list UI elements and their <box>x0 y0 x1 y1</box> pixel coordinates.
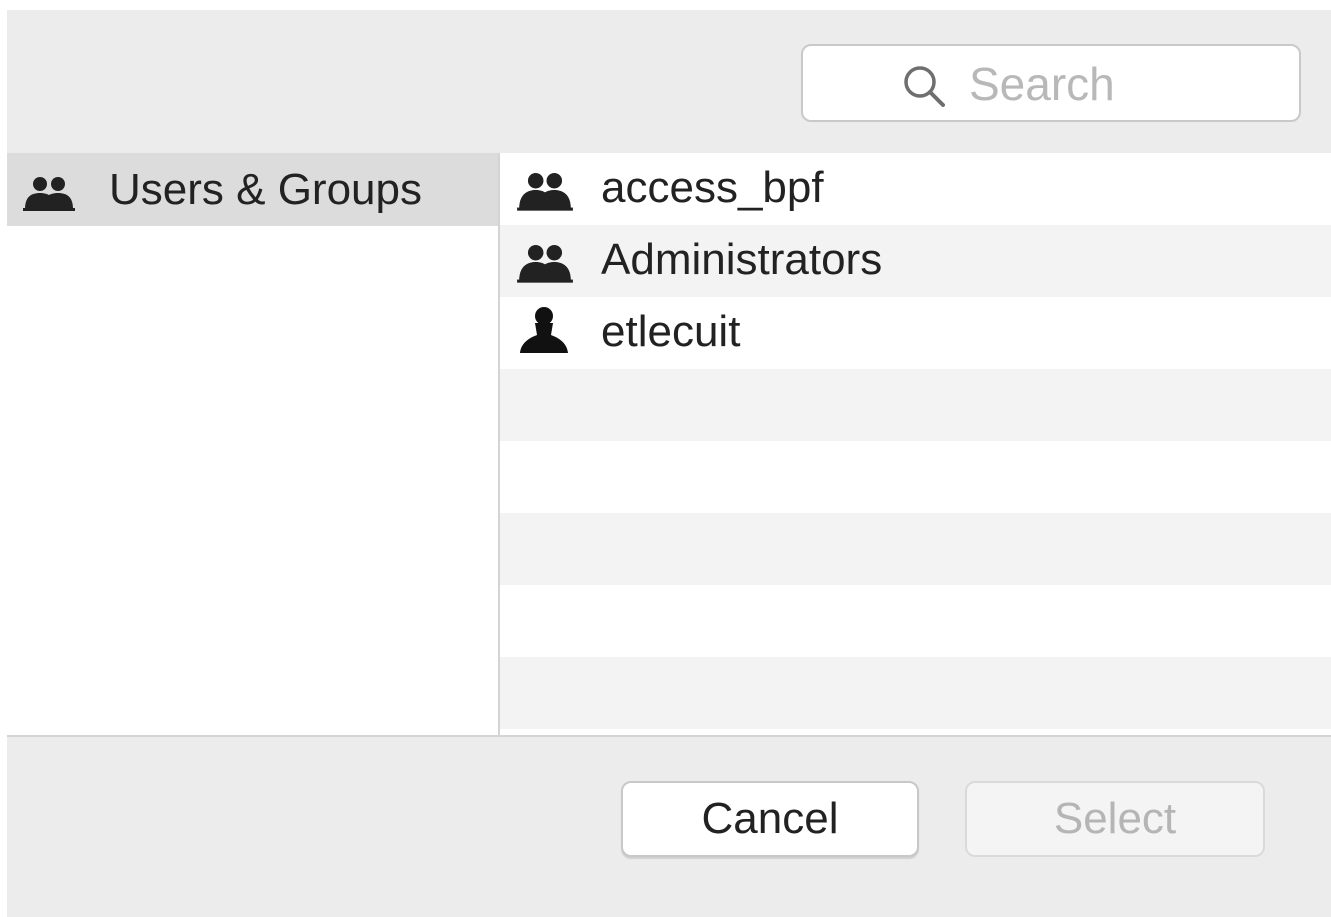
empty-row <box>500 585 1331 657</box>
list-item[interactable]: Administrators <box>500 225 1331 297</box>
group-icon <box>517 244 573 283</box>
empty-row <box>500 513 1331 585</box>
sidebar-item-label: Users & Groups <box>109 165 422 214</box>
list-item-label: etlecuit <box>601 307 741 356</box>
users-list: access_bpf Administrators etlecuit <box>500 153 1331 735</box>
list-item[interactable]: access_bpf <box>500 153 1331 225</box>
sidebar-item-users-groups[interactable]: Users & Groups <box>7 153 498 226</box>
search-field[interactable] <box>801 44 1301 122</box>
list-item-label: access_bpf <box>601 163 824 212</box>
empty-row <box>500 441 1331 513</box>
empty-row <box>500 657 1331 729</box>
list-item-label: Administrators <box>601 235 883 284</box>
source-sidebar: Users & Groups <box>7 153 500 735</box>
cancel-button[interactable]: Cancel <box>621 781 919 857</box>
select-button[interactable]: Select <box>965 781 1265 857</box>
list-item[interactable]: etlecuit <box>500 297 1331 369</box>
group-icon <box>23 177 75 211</box>
user-picker-dialog: Users & Groups access_bpf Administrators <box>7 10 1331 917</box>
group-icon <box>517 172 573 211</box>
empty-row <box>500 369 1331 441</box>
button-bar: Cancel Select <box>7 737 1331 917</box>
search-icon <box>904 66 945 107</box>
search-input[interactable] <box>969 56 1289 112</box>
user-icon <box>520 307 568 353</box>
toolbar <box>7 10 1331 153</box>
